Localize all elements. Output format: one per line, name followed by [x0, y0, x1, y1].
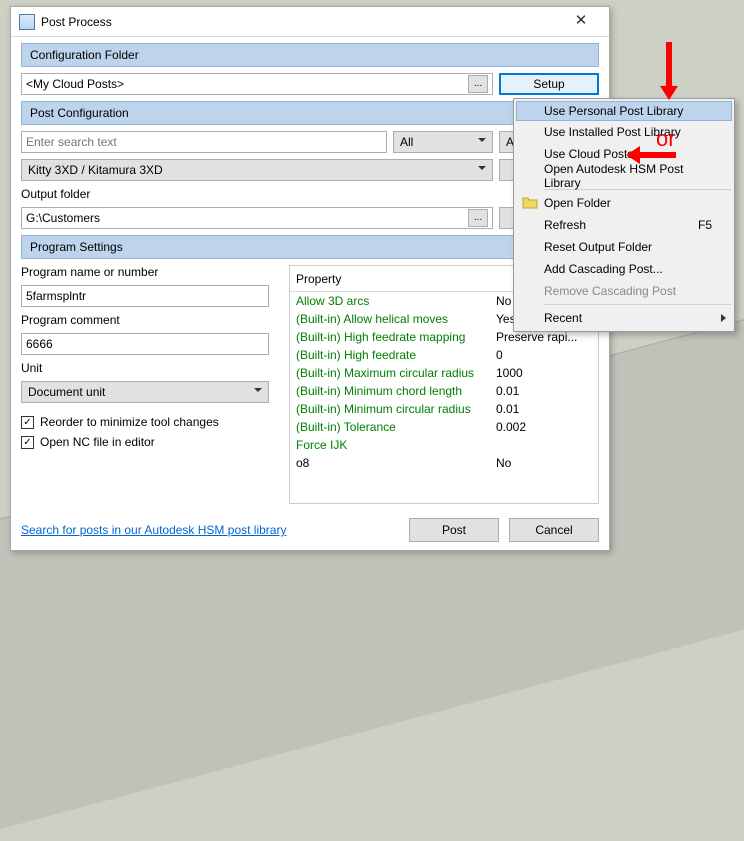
configuration-folder-header: Configuration Folder	[21, 43, 599, 67]
menu-item-label: Open Folder	[544, 196, 611, 210]
menu-item[interactable]: Reset Output Folder	[516, 236, 732, 258]
app-icon	[19, 14, 35, 30]
configuration-folder-field[interactable]: ...	[21, 73, 493, 95]
property-value: 0.002	[490, 420, 598, 434]
close-button[interactable]: ✕	[561, 11, 601, 33]
annotation-arrow-down	[662, 42, 676, 98]
menu-item-label: Add Cascading Post...	[544, 262, 663, 276]
menu-item[interactable]: Recent	[516, 307, 732, 329]
menu-item-label: Remove Cascading Post	[544, 284, 676, 298]
titlebar: Post Process ✕	[11, 7, 609, 37]
property-value: 0	[490, 348, 598, 362]
open-nc-checkbox-label: Open NC file in editor	[40, 435, 155, 449]
property-row[interactable]: Force IJK	[290, 436, 598, 454]
menu-item[interactable]: Add Cascading Post...	[516, 258, 732, 280]
filter-category-value: All	[400, 135, 413, 149]
property-value: No	[490, 456, 598, 470]
output-folder-field[interactable]: ...	[21, 207, 493, 229]
menu-item-label: Recent	[544, 311, 582, 325]
open-nc-checkbox[interactable]: ✓	[21, 436, 34, 449]
unit-label: Unit	[21, 361, 281, 375]
property-name: Force IJK	[290, 438, 490, 452]
menu-item[interactable]: Refresh F5	[516, 214, 732, 236]
menu-item[interactable]: Use Installed Post Library	[516, 121, 732, 143]
window-title: Post Process	[41, 15, 112, 29]
property-name: (Built-in) Minimum chord length	[290, 384, 490, 398]
chevron-down-icon	[254, 388, 262, 392]
search-posts-link[interactable]: Search for posts in our Autodesk HSM pos…	[21, 523, 286, 537]
search-input[interactable]	[21, 131, 387, 153]
menu-item-label: Refresh	[544, 218, 586, 232]
program-comment-label: Program comment	[21, 313, 281, 327]
property-column-header: Property	[290, 272, 490, 286]
reorder-checkbox-row[interactable]: ✓ Reorder to minimize tool changes	[21, 415, 281, 429]
menu-item[interactable]: Use Personal Post Library	[516, 101, 732, 121]
configuration-folder-input[interactable]	[26, 77, 464, 91]
property-value: Preserve rapi...	[490, 330, 598, 344]
menu-separator	[544, 304, 731, 305]
program-name-input[interactable]	[21, 285, 269, 307]
property-name: (Built-in) Allow helical moves	[290, 312, 490, 326]
reorder-checkbox-label: Reorder to minimize tool changes	[40, 415, 219, 429]
browse-output-folder-button[interactable]: ...	[468, 209, 488, 227]
menu-item-label: Use Cloud Posts	[544, 147, 633, 161]
property-row[interactable]: (Built-in) Tolerance0.002	[290, 418, 598, 436]
property-value: 1000	[490, 366, 598, 380]
property-row[interactable]: (Built-in) Maximum circular radius1000	[290, 364, 598, 382]
menu-item-label: Reset Output Folder	[544, 240, 652, 254]
submenu-arrow-icon	[721, 314, 726, 322]
menu-item[interactable]: Open Autodesk HSM Post Library	[516, 165, 732, 187]
property-row[interactable]: (Built-in) High feedrate0	[290, 346, 598, 364]
dialog-footer: Search for posts in our Autodesk HSM pos…	[21, 510, 599, 542]
property-name: (Built-in) Minimum circular radius	[290, 402, 490, 416]
reorder-checkbox[interactable]: ✓	[21, 416, 34, 429]
chevron-down-icon	[478, 138, 486, 142]
property-value: 0.01	[490, 402, 598, 416]
setup-button[interactable]: Setup	[499, 73, 599, 95]
menu-item-label: Use Personal Post Library	[544, 104, 683, 118]
property-name: (Built-in) High feedrate mapping	[290, 330, 490, 344]
property-row[interactable]: o8No	[290, 454, 598, 472]
post-processor-value: Kitty 3XD / Kitamura 3XD	[28, 163, 163, 177]
browse-config-folder-button[interactable]: ...	[468, 75, 488, 93]
property-name: Allow 3D arcs	[290, 294, 490, 308]
unit-value: Document unit	[28, 385, 105, 399]
post-button[interactable]: Post	[409, 518, 499, 542]
menu-item-label: Open Autodesk HSM Post Library	[544, 162, 712, 190]
unit-select[interactable]: Document unit	[21, 381, 269, 403]
program-comment-input[interactable]	[21, 333, 269, 355]
filter-category-select[interactable]: All	[393, 131, 493, 153]
annotation-arrow-left	[626, 148, 676, 162]
property-row[interactable]: (Built-in) Minimum chord length0.01	[290, 382, 598, 400]
post-processor-select[interactable]: Kitty 3XD / Kitamura 3XD	[21, 159, 493, 181]
folder-icon	[522, 195, 538, 211]
cancel-button[interactable]: Cancel	[509, 518, 599, 542]
menu-item: Remove Cascading Post	[516, 280, 732, 302]
open-nc-checkbox-row[interactable]: ✓ Open NC file in editor	[21, 435, 281, 449]
property-name: o8	[290, 456, 490, 470]
property-name: (Built-in) Tolerance	[290, 420, 490, 434]
menu-item-shortcut: F5	[698, 218, 712, 232]
settings-left-column: Program name or number Program comment U…	[21, 265, 281, 504]
program-name-label: Program name or number	[21, 265, 281, 279]
property-value: 0.01	[490, 384, 598, 398]
output-folder-input[interactable]	[26, 211, 464, 225]
property-name: (Built-in) Maximum circular radius	[290, 366, 490, 380]
menu-item[interactable]: Open Folder	[516, 192, 732, 214]
property-name: (Built-in) High feedrate	[290, 348, 490, 362]
setup-context-menu: Use Personal Post Library Use Installed P…	[513, 98, 735, 332]
chevron-down-icon	[478, 166, 486, 170]
property-row[interactable]: (Built-in) Minimum circular radius0.01	[290, 400, 598, 418]
